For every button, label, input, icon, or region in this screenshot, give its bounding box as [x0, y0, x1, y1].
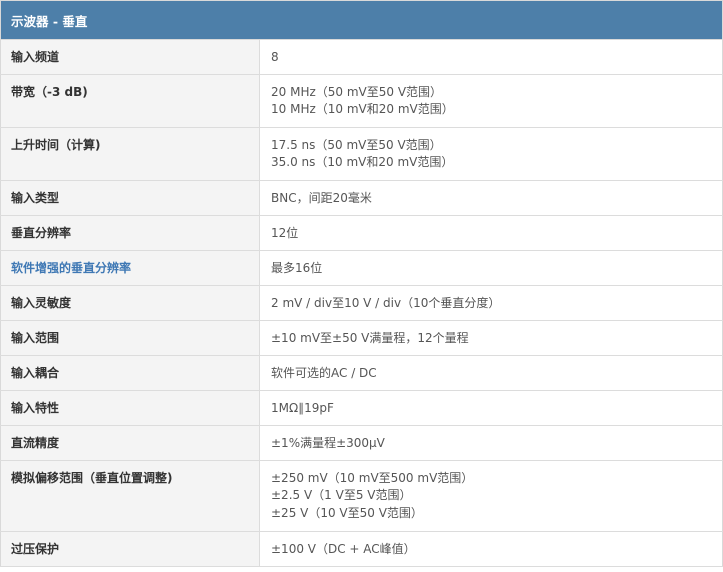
- spec-value: ±250 mV（10 mV至500 mV范围） ±2.5 V（1 V至5 V范围）…: [259, 460, 723, 532]
- spec-value-line: 软件可选的AC / DC: [271, 365, 377, 380]
- spec-value: ±1%满量程±300μV: [259, 425, 723, 461]
- spec-value-line: 20 MHz（50 mV至50 V范围）: [271, 84, 443, 99]
- spec-value-line: 2 mV / div至10 V / div（10个垂直分度）: [271, 295, 501, 310]
- table-row: 输入范围 ±10 mV至±50 V满量程，12个量程: [0, 320, 723, 356]
- spec-value-line: ±2.5 V（1 V至5 V范围）: [271, 488, 412, 502]
- spec-value: 17.5 ns（50 mV至50 V范围） 35.0 ns（10 mV和20 mV…: [259, 127, 723, 181]
- spec-label: 输入耦合: [0, 355, 260, 391]
- spec-label: 输入类型: [0, 180, 260, 216]
- table-row: 直流精度 ±1%满量程±300μV: [0, 425, 723, 461]
- spec-label: 垂直分辨率: [0, 215, 260, 251]
- spec-label: 输入特性: [0, 390, 260, 426]
- spec-label: 输入灵敏度: [0, 285, 260, 321]
- table-row: 输入类型 BNC，间距20毫米: [0, 180, 723, 216]
- spec-value-line: BNC，间距20毫米: [271, 190, 372, 205]
- spec-table: 示波器 - 垂直 输入频道 8 带宽（-3 dB) 20 MHz（50 mV至50 V…: [0, 0, 723, 567]
- spec-label-link[interactable]: 软件增强的垂直分辨率: [0, 250, 260, 286]
- spec-label: 直流精度: [0, 425, 260, 461]
- spec-label-text: 垂直分辨率: [11, 225, 72, 240]
- table-row: 模拟偏移范围（垂直位置调整) ±250 mV（10 mV至500 mV范围） ±2.…: [0, 460, 723, 532]
- spec-label-text: 上升时间（计算): [11, 137, 101, 152]
- spec-value-line: 12位: [271, 225, 299, 240]
- spec-value: 20 MHz（50 mV至50 V范围） 10 MHz（10 mV和20 mV范围…: [259, 74, 723, 128]
- spec-value-line: 10 MHz（10 mV和20 mV范围）: [271, 102, 454, 116]
- spec-label: 带宽（-3 dB): [0, 74, 260, 128]
- spec-value: 2 mV / div至10 V / div（10个垂直分度）: [259, 285, 723, 321]
- spec-label-text: 输入特性: [11, 400, 60, 415]
- table-row: 软件增强的垂直分辨率 最多16位: [0, 250, 723, 286]
- spec-label-text: 模拟偏移范围（垂直位置调整): [11, 470, 173, 485]
- table-row: 输入频道 8: [0, 39, 723, 75]
- table-row: 过压保护 ±100 V（DC + AC峰值）: [0, 531, 723, 567]
- spec-value: 12位: [259, 215, 723, 251]
- spec-value: 最多16位: [259, 250, 723, 286]
- spec-label-text: 带宽（-3 dB): [11, 84, 88, 99]
- table-title: 示波器 - 垂直: [0, 0, 723, 40]
- spec-value-line: ±25 V（10 V至50 V范围）: [271, 505, 423, 520]
- table-header: 示波器 - 垂直: [0, 0, 723, 40]
- spec-rows: 输入频道 8 带宽（-3 dB) 20 MHz（50 mV至50 V范围） 10 MHz…: [0, 39, 723, 567]
- spec-value: 1MΩ∥19pF: [259, 390, 723, 426]
- spec-value-line: 35.0 ns（10 mV和20 mV范围）: [271, 155, 454, 169]
- spec-label-text: 输入范围: [11, 330, 60, 345]
- spec-value-line: 最多16位: [271, 260, 323, 275]
- spec-value: BNC，间距20毫米: [259, 180, 723, 216]
- spec-value-line: 8: [271, 49, 279, 64]
- spec-label: 模拟偏移范围（垂直位置调整): [0, 460, 260, 532]
- spec-label-text: 软件增强的垂直分辨率: [11, 260, 132, 275]
- spec-value-line: ±1%满量程±300μV: [271, 435, 385, 450]
- table-row: 输入灵敏度 2 mV / div至10 V / div（10个垂直分度）: [0, 285, 723, 321]
- spec-label-text: 直流精度: [11, 435, 60, 450]
- spec-label-text: 输入耦合: [11, 365, 60, 380]
- table-row: 上升时间（计算) 17.5 ns（50 mV至50 V范围） 35.0 ns（10 …: [0, 127, 723, 181]
- spec-value: ±100 V（DC + AC峰值）: [259, 531, 723, 567]
- spec-label: 输入范围: [0, 320, 260, 356]
- spec-label-text: 输入频道: [11, 49, 60, 64]
- spec-value: ±10 mV至±50 V满量程，12个量程: [259, 320, 723, 356]
- table-row: 输入特性 1MΩ∥19pF: [0, 390, 723, 426]
- table-row: 垂直分辨率 12位: [0, 215, 723, 251]
- spec-label: 输入频道: [0, 39, 260, 75]
- spec-value: 软件可选的AC / DC: [259, 355, 723, 391]
- table-row: 输入耦合 软件可选的AC / DC: [0, 355, 723, 391]
- spec-label: 上升时间（计算): [0, 127, 260, 181]
- spec-label-text: 输入类型: [11, 190, 60, 205]
- spec-value-line: 1MΩ∥19pF: [271, 400, 334, 415]
- spec-label-text: 过压保护: [11, 541, 60, 556]
- spec-value: 8: [259, 39, 723, 75]
- spec-value-line: ±100 V（DC + AC峰值）: [271, 541, 416, 556]
- spec-value-line: 17.5 ns（50 mV至50 V范围）: [271, 137, 442, 152]
- table-row: 带宽（-3 dB) 20 MHz（50 mV至50 V范围） 10 MHz（10 m…: [0, 74, 723, 128]
- spec-value-line: ±10 mV至±50 V满量程，12个量程: [271, 330, 469, 345]
- spec-value-line: ±250 mV（10 mV至500 mV范围）: [271, 470, 474, 485]
- spec-label-text: 输入灵敏度: [11, 295, 72, 310]
- spec-label: 过压保护: [0, 531, 260, 567]
